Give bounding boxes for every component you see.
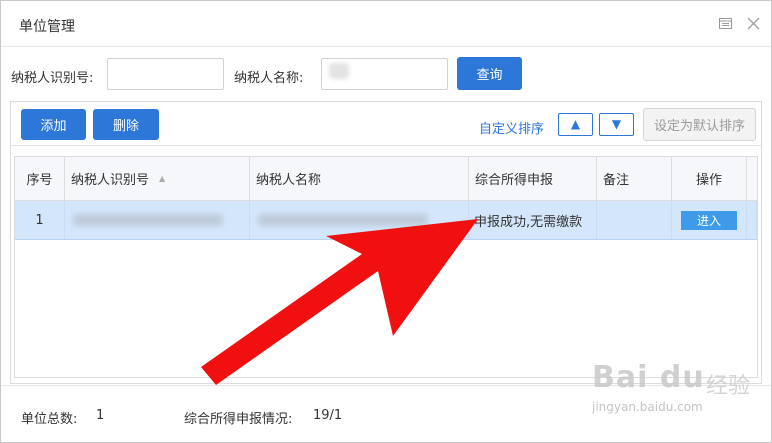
redacted-text [73, 214, 223, 226]
row-tax-number-redacted [65, 201, 250, 239]
row-taxpayer-name-redacted [250, 201, 469, 239]
declaration-summary-label: 综合所得申报情况: [184, 412, 293, 427]
move-down-button[interactable]: ▼ [599, 113, 634, 136]
unit-list-panel: 添加 删除 自定义排序 ▲ ▼ 设定为默认排序 序号 纳税人识别号 ▲ 纳税人名称… [10, 101, 762, 384]
column-header-taxpayer-name[interactable]: 纳税人名称 [250, 157, 469, 200]
search-bar: 纳税人识别号: 纳税人名称: 查询 [1, 47, 771, 101]
row-scroll-gutter [747, 201, 757, 239]
watermark-logo: Bai du [592, 360, 705, 395]
delete-button[interactable]: 删除 [93, 109, 159, 140]
add-button[interactable]: 添加 [21, 109, 86, 140]
row-remark [597, 201, 672, 239]
taxpayer-name-label: 纳税人名称: [234, 71, 304, 86]
tax-number-label: 纳税人识别号: [11, 71, 94, 86]
row-index: 1 [15, 201, 65, 239]
header-scroll-gutter [747, 157, 757, 200]
column-header-tax-number[interactable]: 纳税人识别号 ▲ [65, 157, 250, 200]
baidu-jingyan-watermark: Bai du 经验 jingyan.baidu.com [592, 360, 762, 422]
table-header: 序号 纳税人识别号 ▲ 纳税人名称 综合所得申报 备注 操作 [15, 157, 757, 201]
close-icon[interactable] [747, 17, 760, 30]
query-button[interactable]: 查询 [457, 57, 522, 90]
set-default-sort-button[interactable]: 设定为默认排序 [643, 108, 756, 141]
dialog-title: 单位管理 [19, 19, 75, 35]
redacted-text [258, 214, 428, 226]
dialog-titlebar: 单位管理 [1, 1, 771, 47]
row-declaration-status: 申报成功,无需缴款 [469, 201, 597, 239]
sort-ascending-icon[interactable]: ▲ [159, 174, 165, 183]
watermark-url: jingyan.baidu.com [592, 400, 703, 414]
list-toolbar: 添加 删除 自定义排序 ▲ ▼ 设定为默认排序 [11, 102, 761, 146]
custom-sort-link[interactable]: 自定义排序 [479, 118, 544, 137]
redacted-name-value [329, 63, 349, 79]
unit-table: 序号 纳税人识别号 ▲ 纳税人名称 综合所得申报 备注 操作 1 申报成功,无需缴… [14, 156, 758, 378]
move-up-button[interactable]: ▲ [558, 113, 593, 136]
unit-total-label: 单位总数: [21, 412, 78, 427]
watermark-jingyan: 经验 [706, 374, 751, 399]
tax-number-input[interactable] [107, 58, 224, 90]
table-row[interactable]: 1 申报成功,无需缴款 进入 [15, 201, 757, 240]
column-header-remark[interactable]: 备注 [597, 157, 672, 200]
enter-button[interactable]: 进入 [681, 210, 737, 230]
column-header-action: 操作 [672, 157, 747, 200]
column-header-comprehensive-declaration[interactable]: 综合所得申报 [469, 157, 597, 200]
column-header-index[interactable]: 序号 [15, 157, 65, 200]
row-action: 进入 [672, 201, 747, 239]
maximize-icon[interactable] [719, 18, 732, 29]
declaration-summary-value: 19/1 [313, 408, 343, 423]
unit-total-value: 1 [96, 408, 105, 423]
